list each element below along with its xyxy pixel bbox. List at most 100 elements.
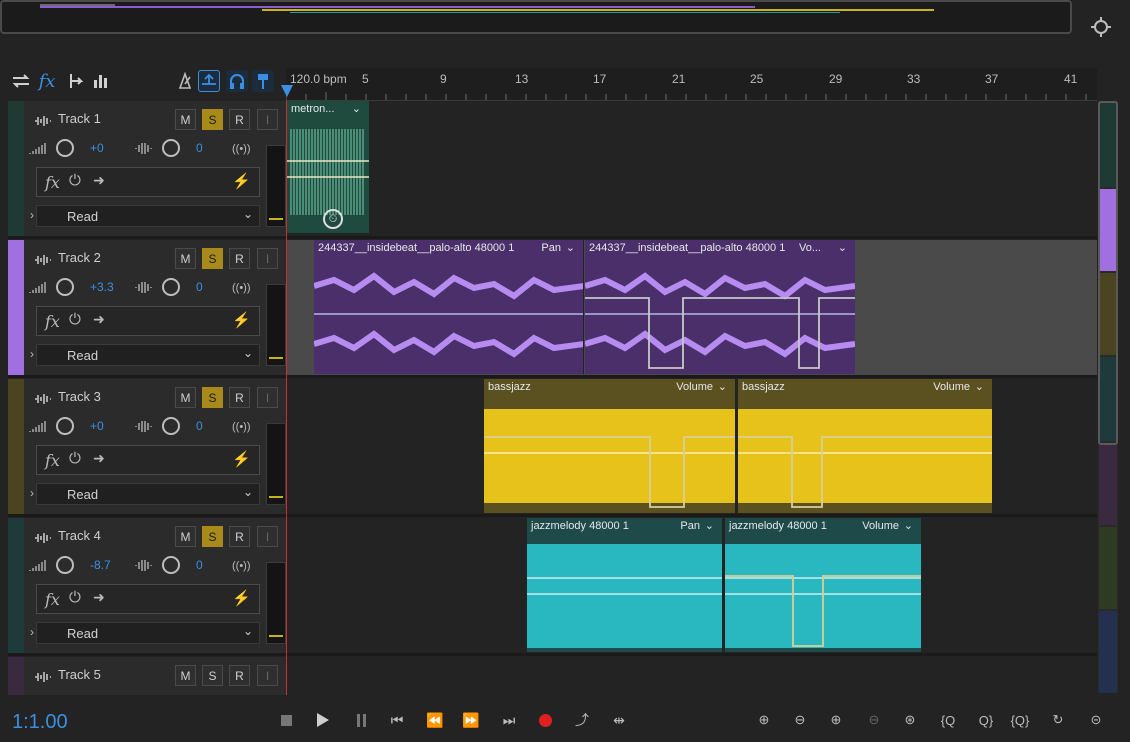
audio-clip[interactable]: 244337__insidebeat__palo-alto 48000 1 Pa… [314, 240, 584, 374]
mute-button[interactable]: M [175, 665, 196, 686]
zoom-out-amplitude-icon[interactable]: ⊖ [786, 708, 814, 732]
expand-chevron-icon[interactable]: › [30, 347, 34, 361]
play-icon[interactable] [311, 708, 335, 732]
track-name[interactable]: Track 4 [58, 528, 101, 543]
power-icon[interactable]: ⏻ [69, 311, 81, 328]
mute-button[interactable]: M [175, 387, 196, 408]
lightning-icon[interactable]: ⚡ [232, 311, 251, 329]
session-overview[interactable] [0, 0, 1072, 34]
mute-button[interactable]: M [175, 109, 196, 130]
automation-mode-select[interactable]: Read ⌄ [36, 622, 260, 644]
vertical-scrollbar[interactable] [1098, 101, 1118, 693]
rewind-icon[interactable]: ⏪ [423, 708, 447, 732]
timeline-ruler[interactable] [286, 68, 1097, 101]
input-monitor-button[interactable]: I [257, 387, 278, 408]
fx-rack[interactable]: fx ⏻ ➜ ⚡ [36, 167, 260, 197]
record-arm-button[interactable]: R [229, 109, 250, 130]
track-header-5[interactable]: Track 5 M S R I [8, 657, 286, 695]
audio-clip[interactable]: 244337__insidebeat__palo-alto 48000 1 Vo… [585, 240, 855, 374]
input-monitor-button[interactable]: I [257, 665, 278, 686]
solo-button[interactable]: S [202, 109, 223, 130]
solo-button[interactable]: S [202, 526, 223, 547]
pan-value[interactable]: 0 [196, 280, 203, 294]
loop-playback-icon[interactable]: ⤴ [570, 708, 594, 732]
zoom-in-time-icon[interactable]: ⊕ [822, 708, 850, 732]
input-monitor-button[interactable]: I [257, 526, 278, 547]
volume-value[interactable]: +0 [90, 419, 104, 433]
pre-post-icon[interactable]: ➜ [93, 450, 105, 467]
volume-value[interactable]: +0 [90, 141, 104, 155]
mute-button[interactable]: M [175, 526, 196, 547]
stereo-icon[interactable]: ((•)) [232, 143, 251, 155]
track-header-4[interactable]: Track 4 M S R I -8.7 0 ((•)) fx ⏻ ➜ ⚡ › … [8, 518, 286, 656]
pre-post-icon[interactable]: ➜ [93, 311, 105, 328]
fx-icon[interactable]: fx [45, 173, 60, 192]
input-monitor-button[interactable]: I [257, 109, 278, 130]
track-header-1[interactable]: Track 1 M S R I +0 0 ((•)) fx ⏻ ➜ ⚡ › Re… [8, 101, 286, 239]
expand-chevron-icon[interactable]: › [30, 625, 34, 639]
stereo-icon[interactable]: ((•)) [232, 560, 251, 572]
fx-icon[interactable]: fx [45, 451, 60, 470]
fx-rack[interactable]: fx ⏻ ➜ ⚡ [36, 306, 260, 336]
stopwatch-icon[interactable]: ⏲ [323, 209, 343, 229]
pan-knob[interactable] [162, 139, 180, 157]
track-name[interactable]: Track 5 [58, 667, 101, 682]
time-display[interactable]: 1:1.00 [12, 711, 68, 734]
solo-button[interactable]: S [202, 248, 223, 269]
pan-value[interactable]: 0 [196, 558, 203, 572]
track-header-3[interactable]: Track 3 M S R I +0 0 ((•)) fx ⏻ ➜ ⚡ › Re… [8, 379, 286, 517]
fx-rack[interactable]: fx ⏻ ➜ ⚡ [36, 584, 260, 614]
pause-icon[interactable] [349, 708, 373, 732]
pan-knob[interactable] [162, 417, 180, 435]
solo-button[interactable]: S [202, 665, 223, 686]
pre-post-icon[interactable]: ➜ [93, 589, 105, 606]
lightning-icon[interactable]: ⚡ [232, 172, 251, 190]
mute-button[interactable]: M [175, 248, 196, 269]
audio-clip[interactable]: bassjazz Volume ⌄ [484, 379, 736, 513]
loop-icon[interactable] [198, 70, 220, 92]
volume-knob[interactable] [56, 278, 74, 296]
stop-icon[interactable] [274, 708, 298, 732]
audio-clip[interactable]: jazzmelody 48000 1 Pan ⌄ [527, 518, 723, 652]
solo-button[interactable]: S [202, 387, 223, 408]
power-icon[interactable]: ⏻ [69, 172, 81, 189]
pre-post-icon[interactable]: ➜ [93, 172, 105, 189]
zoom-out-time-icon[interactable]: ⊖ [860, 708, 888, 732]
audio-clip[interactable]: bassjazz Volume ⌄ [738, 379, 992, 513]
zoom-to-selection-icon[interactable] [1090, 16, 1112, 38]
zoom-in-amplitude-icon[interactable]: ⊕ [750, 708, 778, 732]
input-monitor-button[interactable]: I [257, 248, 278, 269]
eq-icon[interactable] [90, 70, 112, 92]
playhead-handle[interactable] [281, 85, 293, 97]
track-header-2[interactable]: Track 2 M S R I +3.3 0 ((•)) fx ⏻ ➜ ⚡ › … [8, 240, 286, 378]
fx-icon[interactable]: fx [45, 312, 60, 331]
track-name[interactable]: Track 1 [58, 111, 101, 126]
skip-to-start-icon[interactable]: ⏮ [385, 708, 409, 732]
stereo-icon[interactable]: ((•)) [232, 421, 251, 433]
scrollbar-thumb[interactable] [1098, 101, 1118, 445]
record-icon[interactable] [533, 708, 557, 732]
zoom-full-icon[interactable]: {Q} [1006, 708, 1034, 732]
power-icon[interactable]: ⏻ [69, 589, 81, 606]
zoom-selection-icon[interactable]: ⊛ [896, 708, 924, 732]
zoom-out-full-icon[interactable]: ⊝ [1082, 708, 1110, 732]
volume-value[interactable]: -8.7 [90, 558, 111, 572]
volume-knob[interactable] [56, 556, 74, 574]
zoom-reset-icon[interactable]: ↻ [1044, 708, 1072, 732]
headphones-icon[interactable] [226, 70, 248, 92]
lightning-icon[interactable]: ⚡ [232, 589, 251, 607]
track-lane-5[interactable] [287, 657, 1097, 695]
stereo-icon[interactable]: ((•)) [232, 282, 251, 294]
record-arm-button[interactable]: R [229, 248, 250, 269]
volume-knob[interactable] [56, 139, 74, 157]
automation-mode-select[interactable]: Read ⌄ [36, 344, 260, 366]
power-icon[interactable]: ⏻ [69, 450, 81, 467]
track-lane-1[interactable] [287, 101, 1097, 239]
skip-to-end-icon[interactable]: ⏭ [497, 708, 521, 732]
pan-knob[interactable] [162, 278, 180, 296]
lightning-icon[interactable]: ⚡ [232, 450, 251, 468]
expand-chevron-icon[interactable]: › [30, 208, 34, 222]
pan-value[interactable]: 0 [196, 419, 203, 433]
zoom-in-right-icon[interactable]: Q} [972, 708, 1000, 732]
fx-icon[interactable]: fx [45, 590, 60, 609]
